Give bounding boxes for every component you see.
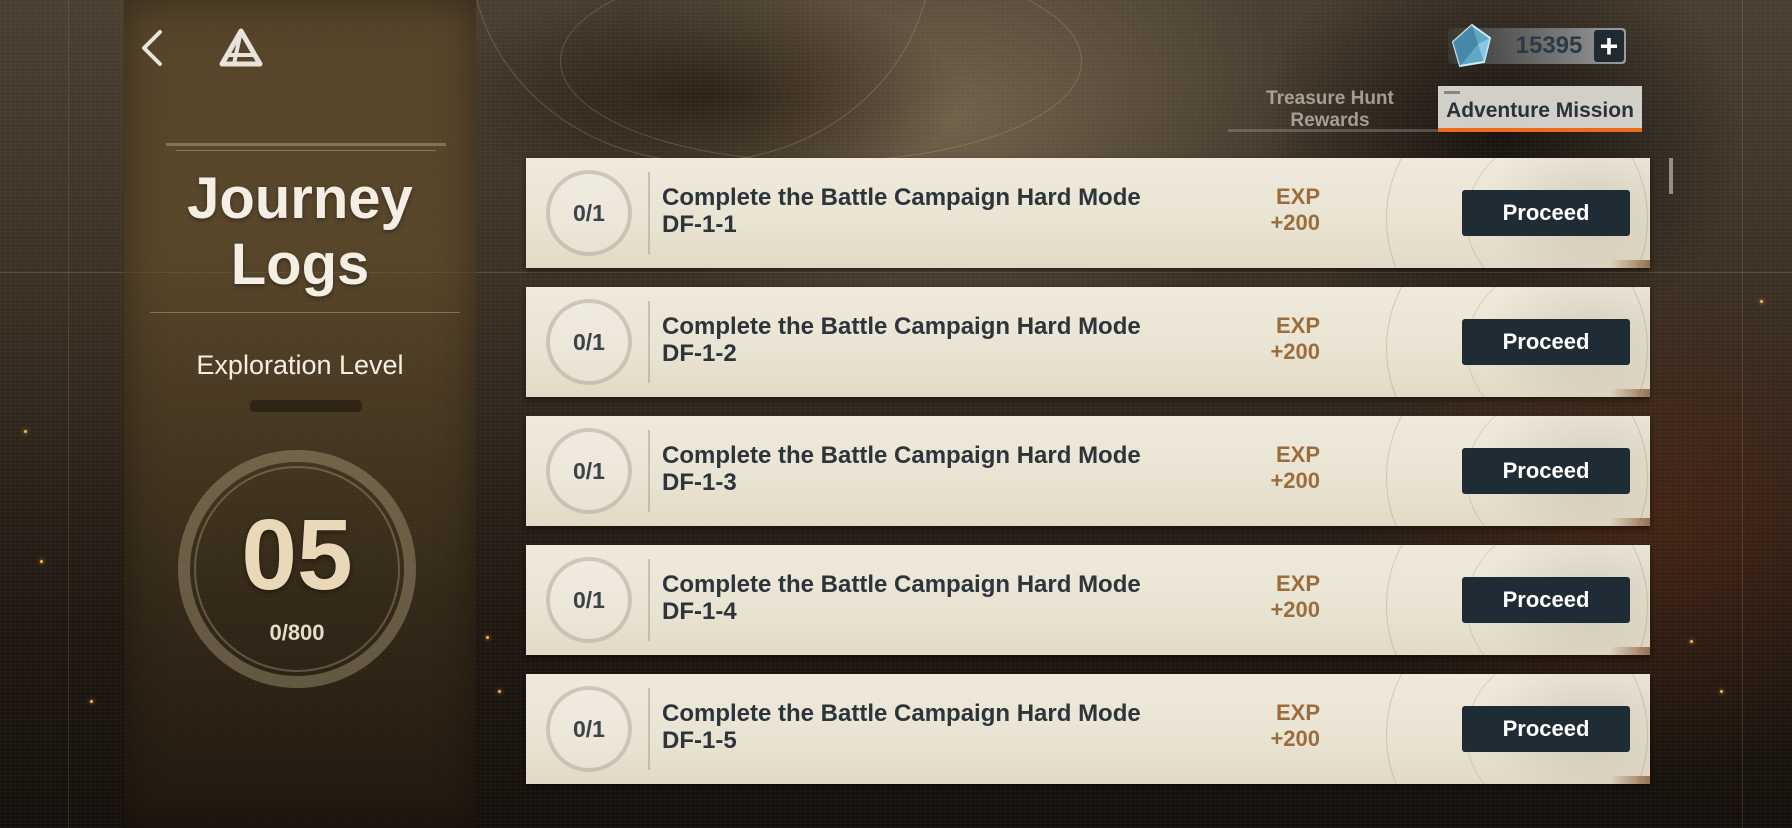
- card-edge-decoration: [1610, 518, 1650, 526]
- mission-progress: 0/1: [573, 200, 605, 226]
- sparkle: [1760, 300, 1763, 303]
- mission-divider: [648, 301, 650, 383]
- mission-card: 0/1 Complete the Battle Campaign Hard Mo…: [526, 416, 1650, 526]
- chevron-left-icon: [142, 30, 162, 66]
- exp-reward: +200: [1270, 339, 1320, 364]
- mission-description-line2: DF-1-3: [662, 469, 737, 496]
- sparkle: [1720, 690, 1723, 693]
- page-title-line1: Journey: [187, 166, 413, 231]
- card-edge-decoration: [1610, 389, 1650, 397]
- back-button[interactable]: [134, 26, 174, 70]
- background-gridline: [68, 0, 69, 828]
- exp-reward: +200: [1270, 468, 1320, 493]
- currency-amount: 15395: [1515, 32, 1583, 59]
- sparkle: [40, 560, 43, 563]
- mission-divider: [648, 559, 650, 641]
- mission-description-line2: DF-1-1: [662, 211, 737, 238]
- exp-label: EXP: [1275, 571, 1320, 596]
- mission-progress: 0/1: [573, 458, 605, 484]
- mission-description: Complete the Battle Campaign Hard Mode D…: [662, 313, 1182, 367]
- add-currency-button[interactable]: +: [1594, 30, 1624, 62]
- exp-label: EXP: [1275, 442, 1320, 467]
- home-triangle-icon: [219, 28, 263, 67]
- sparkle: [24, 430, 27, 433]
- tab-bar-underline: [1228, 129, 1440, 132]
- mission-progress: 0/1: [573, 716, 605, 742]
- mission-description-line2: DF-1-2: [662, 340, 737, 367]
- mission-description: Complete the Battle Campaign Hard Mode D…: [662, 571, 1182, 625]
- mission-divider: [648, 172, 650, 254]
- proceed-button[interactable]: Proceed: [1462, 190, 1630, 236]
- tab-adventure-mission-label: Adventure Mission: [1446, 99, 1634, 122]
- mission-description-line2: DF-1-5: [662, 727, 737, 754]
- exploration-level-progress: 0/800: [269, 620, 325, 645]
- background-gridline: [1742, 0, 1743, 828]
- sparkle: [486, 636, 489, 639]
- exp-label: EXP: [1275, 700, 1320, 725]
- mission-divider: [648, 430, 650, 512]
- mission-description-line2: DF-1-4: [662, 598, 737, 625]
- tab-treasure-hunt-rewards[interactable]: Treasure Hunt Rewards: [1232, 88, 1428, 134]
- sparkle: [498, 690, 501, 693]
- exploration-level-label: Exploration Level: [196, 350, 404, 380]
- proceed-button[interactable]: Proceed: [1462, 706, 1630, 752]
- panel-divider: [150, 312, 460, 313]
- exp-reward: +200: [1270, 210, 1320, 235]
- mission-description-line1: Complete the Battle Campaign Hard Mode: [662, 184, 1141, 211]
- mission-description-line1: Complete the Battle Campaign Hard Mode: [662, 313, 1141, 340]
- mission-description: Complete the Battle Campaign Hard Mode D…: [662, 700, 1182, 754]
- exp-label: EXP: [1275, 313, 1320, 338]
- mission-description: Complete the Battle Campaign Hard Mode D…: [662, 442, 1182, 496]
- exp-reward: +200: [1270, 726, 1320, 751]
- mission-progress: 0/1: [573, 329, 605, 355]
- sparkle: [1690, 640, 1693, 643]
- mission-card: 0/1 Complete the Battle Campaign Hard Mo…: [526, 545, 1650, 655]
- mission-card: 0/1 Complete the Battle Campaign Hard Mo…: [526, 287, 1650, 397]
- crystal-gem-icon: [1448, 22, 1496, 70]
- mission-description-line1: Complete the Battle Campaign Hard Mode: [662, 571, 1141, 598]
- card-edge-decoration: [1610, 260, 1650, 268]
- panel-divider: [166, 143, 446, 146]
- tab-adventure-mission[interactable]: Adventure Mission: [1438, 86, 1642, 132]
- mission-description: Complete the Battle Campaign Hard Mode D…: [662, 184, 1182, 238]
- proceed-button[interactable]: Proceed: [1462, 577, 1630, 623]
- page-title: Journey Logs: [124, 166, 476, 298]
- journey-logs-panel: [124, 0, 476, 828]
- panel-divider: [176, 150, 436, 151]
- mission-description-line1: Complete the Battle Campaign Hard Mode: [662, 700, 1141, 727]
- mission-card: 0/1 Complete the Battle Campaign Hard Mo…: [526, 674, 1650, 784]
- mission-description-line1: Complete the Battle Campaign Hard Mode: [662, 442, 1141, 469]
- sparkle: [90, 700, 93, 703]
- card-edge-decoration: [1610, 647, 1650, 655]
- exp-label: EXP: [1275, 184, 1320, 209]
- proceed-button[interactable]: Proceed: [1462, 448, 1630, 494]
- mission-card: 0/1 Complete the Battle Campaign Hard Mo…: [526, 158, 1650, 268]
- exploration-level-value: 05: [241, 499, 353, 611]
- page-title-line2: Logs: [230, 232, 370, 297]
- mission-list-scrollbar[interactable]: [1669, 158, 1673, 194]
- exp-reward: +200: [1270, 597, 1320, 622]
- tab-decoration: [1444, 91, 1460, 94]
- mission-divider: [648, 688, 650, 770]
- home-button[interactable]: [216, 24, 266, 74]
- mission-progress: 0/1: [573, 587, 605, 613]
- proceed-button[interactable]: Proceed: [1462, 319, 1630, 365]
- tab-treasure-hunt-rewards-label: Treasure Hunt Rewards: [1266, 88, 1394, 131]
- decorative-code-tag: ​: [250, 400, 362, 412]
- card-edge-decoration: [1610, 776, 1650, 784]
- journey-logs-screen: Journey Logs Exploration Level ​ 05 0/80…: [0, 0, 1792, 828]
